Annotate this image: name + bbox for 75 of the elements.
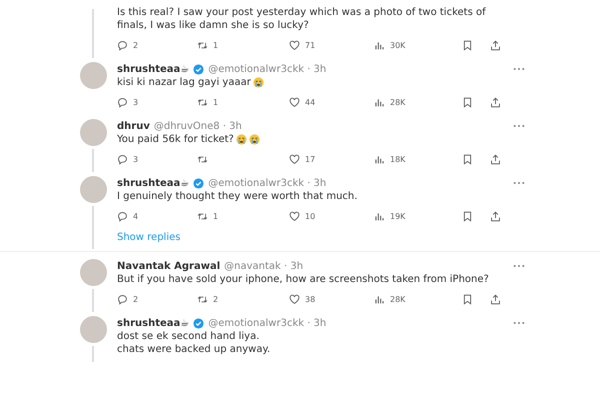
reply-count: 3 (133, 98, 138, 106)
more-options-icon[interactable] (513, 264, 525, 268)
share-icon[interactable] (490, 96, 501, 108)
bookmark-icon[interactable] (462, 40, 473, 50)
heart-icon[interactable] (289, 154, 300, 164)
view-count: 18K (390, 154, 406, 164)
crying-face-icon (248, 134, 260, 145)
share-icon[interactable] (490, 154, 501, 164)
reply-icon[interactable] (117, 210, 128, 222)
like-count: 10 (305, 212, 316, 220)
share-icon[interactable] (490, 40, 501, 50)
user-handle: @emotionalwr3ckk · 3h (208, 178, 326, 188)
reply-count: 2 (133, 40, 138, 50)
repost-icon[interactable] (197, 210, 208, 222)
bookmark-icon[interactable] (462, 210, 473, 222)
repost-count: 2 (213, 294, 218, 304)
more-options-icon[interactable] (513, 67, 525, 71)
repost-icon[interactable] (197, 154, 208, 164)
like-count: 71 (305, 40, 316, 50)
share-icon[interactable] (490, 294, 501, 304)
user-name[interactable]: shrushteaa☕ (117, 178, 190, 188)
like-count: 44 (305, 98, 316, 106)
reply-icon[interactable] (117, 40, 128, 50)
view-count: 30K (390, 40, 406, 50)
view-count: 19K (390, 212, 406, 220)
bookmark-icon[interactable] (462, 154, 473, 164)
repost-icon[interactable] (197, 294, 208, 304)
views-icon[interactable] (374, 96, 385, 108)
user-handle: @emotionalwr3ckk · 3h (208, 318, 326, 328)
more-options-icon[interactable] (513, 321, 525, 325)
like-count: 17 (305, 154, 316, 164)
reply-text: finals, I was like damn she is so lucky? (117, 20, 309, 31)
heart-icon[interactable] (289, 294, 300, 304)
repost-count: 1 (213, 98, 218, 106)
like-count: 38 (305, 294, 316, 304)
reply-icon[interactable] (117, 294, 128, 304)
user-name[interactable]: shrushteaa☕ (117, 318, 190, 328)
repost-icon[interactable] (197, 96, 208, 108)
user-name[interactable]: dhruv (117, 120, 150, 132)
reply-count: 4 (133, 212, 138, 220)
views-icon[interactable] (374, 294, 385, 304)
reply-text: You paid 56k for ticket? (117, 134, 234, 145)
reply-text: dost se ek second hand liya. (117, 331, 260, 342)
reply-count: 2 (133, 294, 138, 304)
heart-icon[interactable] (289, 40, 300, 50)
reply-icon[interactable] (117, 154, 128, 164)
user-handle: @dhruvOne8 · 3h (154, 120, 242, 132)
user-name[interactable]: shrushteaa☕ (117, 64, 190, 74)
crying-face-icon (252, 77, 264, 88)
user-name[interactable]: Navantak Agrawal (117, 260, 220, 272)
reply-text: Is this real? I saw your post yesterday which was a photo of two tickets of (117, 7, 486, 18)
reply-text: I genuinely thought they were worth that much. (117, 191, 358, 202)
reply-count: 3 (133, 154, 138, 164)
reply-text: kisi ki nazar lag gayi yaaar (117, 77, 251, 88)
reply-text: chats were backed up anyway. (117, 344, 270, 355)
bookmark-icon[interactable] (462, 294, 473, 304)
reply-text: But if you have sold your iphone, how are screenshots taken from iPhone? (117, 274, 489, 285)
more-options-icon[interactable] (513, 124, 525, 128)
user-handle: @navantak · 3h (224, 260, 304, 272)
views-icon[interactable] (374, 40, 385, 50)
share-icon[interactable] (490, 210, 501, 222)
repost-icon[interactable] (197, 40, 208, 50)
repost-count: 1 (213, 212, 218, 220)
view-count: 28K (390, 294, 406, 304)
more-options-icon[interactable] (513, 181, 525, 185)
reply-icon[interactable] (117, 96, 128, 108)
user-handle: @emotionalwr3ckk · 3h (208, 64, 326, 74)
repost-count: 1 (213, 40, 218, 50)
bookmark-icon[interactable] (462, 96, 473, 108)
views-icon[interactable] (374, 210, 385, 222)
heart-icon[interactable] (289, 210, 300, 222)
crying-face-icon (236, 134, 247, 145)
heart-icon[interactable] (289, 96, 300, 108)
views-icon[interactable] (374, 154, 385, 164)
view-count: 28K (390, 98, 406, 106)
